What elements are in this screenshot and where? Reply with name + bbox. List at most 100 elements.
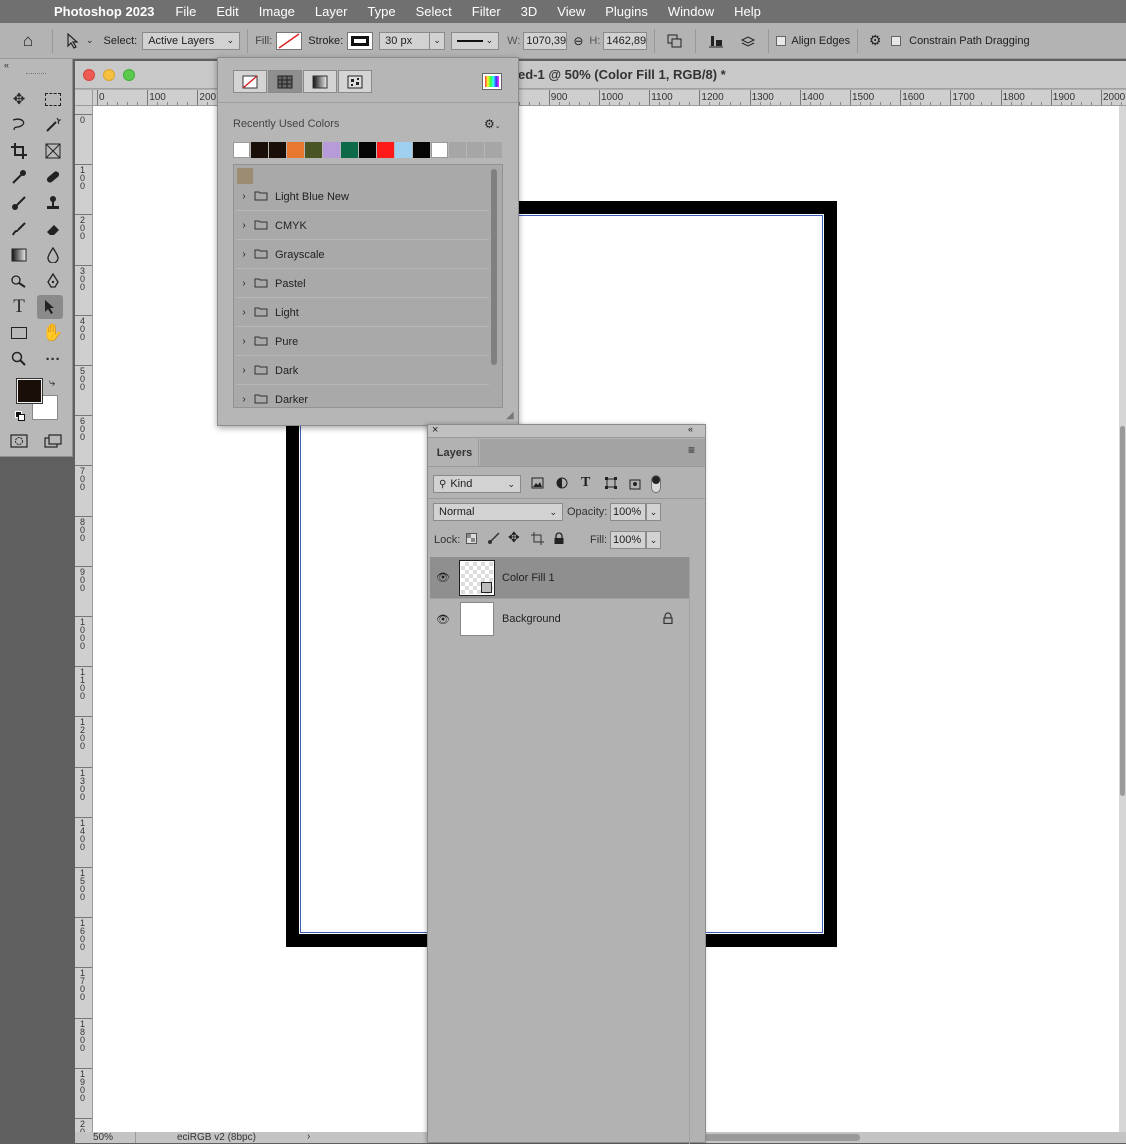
eye-icon[interactable]: 👁 bbox=[430, 571, 456, 584]
eyedropper-icon[interactable] bbox=[6, 165, 32, 189]
filter-kind-dropdown[interactable]: ⚲ Kind ⌄ bbox=[433, 475, 521, 493]
chevron-right-icon[interactable]: › bbox=[236, 394, 252, 405]
lock-artboard-icon[interactable] bbox=[531, 532, 544, 548]
swatch-list-scrollbar[interactable] bbox=[491, 169, 497, 365]
more-tools-icon[interactable]: ··· bbox=[40, 347, 66, 371]
smart-object-filter-icon[interactable] bbox=[629, 477, 641, 493]
swatch-group-row[interactable]: › Pastel bbox=[236, 270, 489, 298]
healing-brush-icon[interactable] bbox=[40, 165, 66, 189]
history-brush-icon[interactable] bbox=[6, 217, 32, 241]
no-color-button[interactable] bbox=[233, 70, 267, 93]
adjustment-filter-icon[interactable] bbox=[556, 477, 568, 492]
image-filter-icon[interactable] bbox=[531, 477, 544, 492]
opacity-dropdown[interactable]: ⌄ bbox=[646, 503, 661, 521]
swatch-group-row[interactable]: › Light Blue New bbox=[236, 183, 489, 211]
pen-tool-icon[interactable] bbox=[40, 269, 66, 293]
path-operations-icon[interactable] bbox=[662, 34, 688, 48]
menu-select[interactable]: Select bbox=[416, 4, 452, 19]
default-colors-icon[interactable] bbox=[15, 411, 25, 421]
menu-image[interactable]: Image bbox=[259, 4, 295, 19]
lasso-tool-icon[interactable] bbox=[6, 113, 32, 137]
horizontal-scroll-thumb[interactable] bbox=[705, 1134, 860, 1141]
recent-color-swatch[interactable] bbox=[287, 142, 304, 158]
tab-layers[interactable]: Layers bbox=[431, 439, 479, 466]
menu-type[interactable]: Type bbox=[367, 4, 395, 19]
marquee-tool-icon[interactable] bbox=[40, 87, 66, 111]
lock-all-icon[interactable] bbox=[554, 532, 564, 547]
recent-color-swatch[interactable] bbox=[305, 142, 322, 158]
recent-color-swatch[interactable] bbox=[359, 142, 376, 158]
layer-row-color-fill[interactable]: 👁 Color Fill 1 bbox=[430, 557, 689, 598]
menu-edit[interactable]: Edit bbox=[216, 4, 238, 19]
zoom-level[interactable]: 50% bbox=[93, 1132, 113, 1143]
collapse-icon[interactable]: « bbox=[688, 424, 693, 434]
panel-menu-icon[interactable]: ≡ bbox=[688, 443, 695, 457]
menu-layer[interactable]: Layer bbox=[315, 4, 348, 19]
stroke-width-input[interactable]: 30 px bbox=[379, 31, 430, 50]
recent-color-swatch[interactable] bbox=[341, 142, 358, 158]
chevron-right-icon[interactable]: › bbox=[236, 336, 252, 347]
recent-color-swatch[interactable] bbox=[449, 142, 466, 158]
recent-color-swatch[interactable] bbox=[467, 142, 484, 158]
menu-3d[interactable]: 3D bbox=[521, 4, 538, 19]
width-input[interactable]: 1070,39 bbox=[523, 31, 568, 50]
close-icon[interactable]: × bbox=[432, 424, 438, 436]
recent-color-swatch[interactable] bbox=[431, 142, 448, 158]
zoom-window-button[interactable] bbox=[123, 69, 135, 81]
recent-color-swatch[interactable] bbox=[413, 142, 430, 158]
stroke-type-dropdown[interactable]: ⌄ bbox=[451, 31, 500, 50]
crop-tool-icon[interactable] bbox=[6, 139, 32, 163]
filter-toggle[interactable] bbox=[651, 475, 661, 493]
chevron-right-icon[interactable]: › bbox=[236, 278, 252, 289]
move-tool-icon[interactable]: ✥ bbox=[6, 87, 32, 111]
constrain-checkbox[interactable] bbox=[891, 35, 902, 46]
path-selection-tool-icon[interactable] bbox=[37, 295, 63, 319]
collapse-icon[interactable]: « bbox=[4, 60, 9, 70]
menu-file[interactable]: File bbox=[175, 4, 196, 19]
eye-icon[interactable]: 👁 bbox=[430, 613, 456, 626]
blend-mode-dropdown[interactable]: Normal ⌄ bbox=[433, 503, 563, 521]
layer-row-background[interactable]: 👁 Background bbox=[430, 598, 689, 639]
color-picker-icon[interactable] bbox=[482, 73, 502, 90]
chevron-right-icon[interactable]: › bbox=[236, 191, 252, 202]
align-edges-checkbox[interactable] bbox=[776, 35, 787, 46]
chevron-right-icon[interactable]: › bbox=[236, 365, 252, 376]
vertical-scrollbar[interactable] bbox=[1119, 106, 1126, 1132]
swatch-group-row[interactable]: › Dark bbox=[236, 357, 489, 385]
layer-name[interactable]: Background bbox=[502, 613, 663, 625]
gradient-tool-icon[interactable] bbox=[6, 243, 32, 267]
close-window-button[interactable] bbox=[83, 69, 95, 81]
height-input[interactable]: 1462,89 bbox=[603, 31, 648, 50]
type-filter-icon[interactable]: T bbox=[581, 475, 590, 491]
zoom-tool-icon[interactable] bbox=[6, 347, 32, 371]
lock-transparency-icon[interactable] bbox=[466, 533, 477, 547]
magic-wand-icon[interactable] bbox=[40, 113, 66, 137]
stroke-swatch-button[interactable] bbox=[347, 31, 374, 50]
screen-mode-icon[interactable] bbox=[40, 429, 66, 453]
panel-grip[interactable] bbox=[26, 73, 46, 76]
lock-position-icon[interactable]: ✥ bbox=[508, 529, 520, 546]
status-arrow-icon[interactable]: › bbox=[307, 1131, 310, 1142]
chevron-down-icon[interactable]: ⌄ bbox=[86, 35, 94, 46]
menu-view[interactable]: View bbox=[557, 4, 585, 19]
menu-plugins[interactable]: Plugins bbox=[605, 4, 648, 19]
link-icon[interactable]: ⊖ bbox=[567, 34, 589, 48]
top-swatch[interactable] bbox=[237, 168, 253, 184]
lock-pixels-icon[interactable] bbox=[487, 532, 500, 548]
quick-mask-icon[interactable] bbox=[6, 429, 32, 453]
recent-color-swatch[interactable] bbox=[395, 142, 412, 158]
minimize-window-button[interactable] bbox=[103, 69, 115, 81]
fill-dropdown[interactable]: ⌄ bbox=[646, 531, 661, 549]
eraser-icon[interactable] bbox=[40, 217, 66, 241]
menu-help[interactable]: Help bbox=[734, 4, 761, 19]
menu-window[interactable]: Window bbox=[668, 4, 714, 19]
opacity-input[interactable]: 100% bbox=[610, 503, 646, 521]
foreground-color-swatch[interactable] bbox=[16, 378, 43, 404]
shape-filter-icon[interactable] bbox=[605, 477, 617, 492]
fill-swatch-button[interactable] bbox=[276, 31, 303, 50]
select-dropdown[interactable]: Active Layers ⌄ bbox=[142, 31, 241, 50]
brush-tool-icon[interactable] bbox=[6, 191, 32, 215]
swatch-group-row[interactable]: › Light bbox=[236, 299, 489, 327]
clone-stamp-icon[interactable] bbox=[40, 191, 66, 215]
path-selection-tool-icon[interactable] bbox=[60, 32, 86, 49]
